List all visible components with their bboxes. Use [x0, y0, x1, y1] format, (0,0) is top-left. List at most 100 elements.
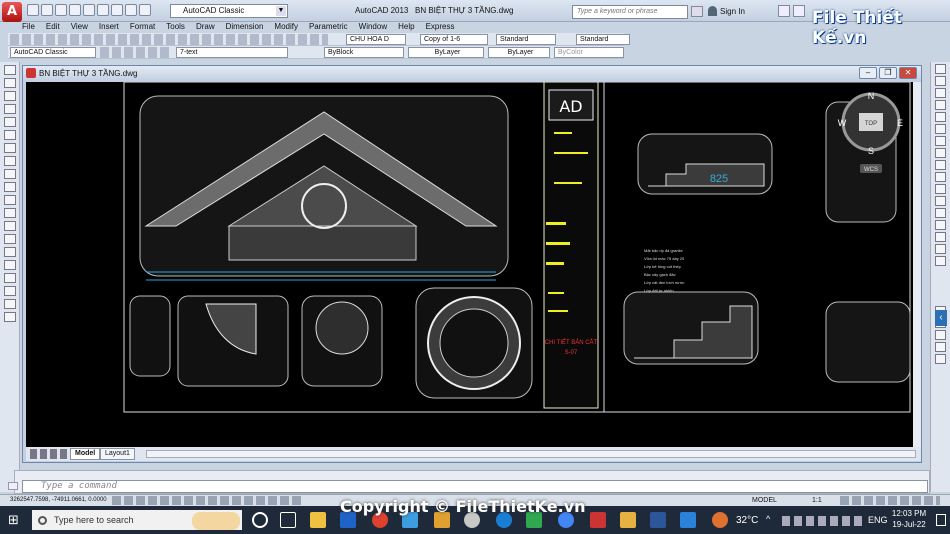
- system-tray-icons[interactable]: [782, 516, 862, 526]
- open-file-icon[interactable]: [41, 4, 53, 16]
- command-input[interactable]: Type a command: [22, 480, 928, 493]
- undo-icon[interactable]: [111, 4, 123, 16]
- chamfer-icon[interactable]: [935, 220, 946, 230]
- horizontal-scrollbar[interactable]: [146, 450, 916, 458]
- copy-icon[interactable]: [935, 76, 946, 86]
- menu-draw[interactable]: Draw: [196, 22, 215, 31]
- menu-format[interactable]: Format: [130, 22, 155, 31]
- spline-icon[interactable]: [3, 169, 16, 179]
- workspace-combo[interactable]: AutoCAD Classic: [10, 47, 96, 58]
- cortana-icon[interactable]: [252, 512, 268, 528]
- lineweight-combo[interactable]: ByLayer: [488, 47, 550, 58]
- autocad-taskbar-icon[interactable]: [590, 512, 606, 528]
- polyline-icon[interactable]: [3, 91, 16, 101]
- ellipse-arc-icon[interactable]: [3, 195, 16, 205]
- polygon-icon[interactable]: [3, 104, 16, 114]
- gradient-icon[interactable]: [3, 260, 16, 270]
- plotstyle-combo[interactable]: ByColor: [554, 47, 624, 58]
- menu-modify[interactable]: Modify: [274, 22, 298, 31]
- region-icon[interactable]: [3, 273, 16, 283]
- print-preview-icon[interactable]: [97, 4, 109, 16]
- application-menu-button[interactable]: A: [2, 2, 22, 22]
- multileader-style-combo[interactable]: Standard: [576, 34, 630, 45]
- menu-window[interactable]: Window: [359, 22, 387, 31]
- temperature[interactable]: 32°C: [736, 515, 758, 526]
- dim-style-combo[interactable]: Copy of 1-6: [420, 34, 488, 45]
- ellipse-icon[interactable]: [3, 182, 16, 192]
- text-style-combo[interactable]: CHU HOA D: [346, 34, 406, 45]
- workspace-selector[interactable]: AutoCAD Classic ▼: [170, 4, 288, 18]
- search-icon[interactable]: [691, 6, 703, 17]
- menu-help[interactable]: Help: [398, 22, 414, 31]
- arc-icon[interactable]: [3, 130, 16, 140]
- table-style-combo[interactable]: Standard: [496, 34, 556, 45]
- line-tool-icon[interactable]: [3, 65, 16, 75]
- table-icon[interactable]: [3, 286, 16, 296]
- task-view-icon[interactable]: [280, 512, 296, 528]
- word-icon[interactable]: [650, 512, 666, 528]
- add-selected-icon[interactable]: [3, 312, 16, 322]
- erase-icon[interactable]: [935, 64, 946, 74]
- restore-icon[interactable]: ❐: [879, 67, 897, 79]
- minimize-icon[interactable]: –: [859, 67, 877, 79]
- print-icon[interactable]: [83, 4, 95, 16]
- tray-chevron-icon[interactable]: ^: [766, 514, 770, 524]
- model-space-canvas[interactable]: AD CHI TIẾT BẢN CẮT S-07 825 Mặt bậc ốp …: [26, 81, 914, 447]
- color-combo[interactable]: ByBlock: [324, 47, 404, 58]
- explode-icon[interactable]: [935, 256, 946, 266]
- linetype-combo[interactable]: ByLayer: [408, 47, 484, 58]
- clock-date[interactable]: 19-Jul-22: [884, 520, 934, 529]
- model-space-toggle[interactable]: MODEL: [752, 495, 777, 506]
- weather-icon[interactable]: [712, 512, 728, 528]
- chevron-left-icon[interactable]: ‹: [935, 310, 947, 326]
- menu-parametric[interactable]: Parametric: [309, 22, 348, 31]
- circle-icon[interactable]: [3, 143, 16, 153]
- move-icon[interactable]: [935, 124, 946, 134]
- match-properties-icon[interactable]: [935, 330, 946, 340]
- revcloud-icon[interactable]: [3, 156, 16, 166]
- status-tray-icons[interactable]: [840, 496, 940, 505]
- mirror-icon[interactable]: [935, 88, 946, 98]
- layer-tool-icons[interactable]: [100, 47, 172, 58]
- workspace-icon[interactable]: [139, 4, 151, 16]
- clock-time[interactable]: 12:03 PM: [884, 509, 934, 518]
- extend-icon[interactable]: [935, 184, 946, 194]
- new-file-icon[interactable]: [27, 4, 39, 16]
- windows-start-icon[interactable]: ⊞: [8, 513, 19, 528]
- sign-in-link[interactable]: Sign In: [720, 7, 745, 16]
- insert-block-icon[interactable]: [3, 208, 16, 218]
- menu-dimension[interactable]: Dimension: [226, 22, 264, 31]
- join-icon[interactable]: [935, 208, 946, 218]
- array-icon[interactable]: [935, 112, 946, 122]
- folder-2-icon[interactable]: [620, 512, 636, 528]
- fillet-icon[interactable]: [935, 232, 946, 242]
- blend-icon[interactable]: [935, 244, 946, 254]
- construction-line-icon[interactable]: [3, 78, 16, 88]
- redo-icon[interactable]: [125, 4, 137, 16]
- rectangle-icon[interactable]: [3, 117, 16, 127]
- file-explorer-icon[interactable]: [310, 512, 326, 528]
- trim-icon[interactable]: [935, 172, 946, 182]
- menu-tools[interactable]: Tools: [166, 22, 185, 31]
- menu-express[interactable]: Express: [426, 22, 455, 31]
- tab-navigation-arrows[interactable]: [30, 449, 70, 459]
- scale-icon[interactable]: [935, 148, 946, 158]
- design-center-icon[interactable]: [935, 342, 946, 352]
- save-as-icon[interactable]: [69, 4, 81, 16]
- annotation-scale[interactable]: 1:1: [812, 495, 822, 506]
- notification-icon[interactable]: [936, 514, 946, 526]
- make-block-icon[interactable]: [3, 221, 16, 231]
- drafting-toggles[interactable]: [112, 496, 302, 505]
- menu-file[interactable]: File: [22, 22, 35, 31]
- menu-insert[interactable]: Insert: [99, 22, 119, 31]
- point-icon[interactable]: [3, 234, 16, 244]
- app-blue-icon[interactable]: [680, 512, 696, 528]
- exchange-icon[interactable]: [778, 5, 790, 17]
- layer-combo[interactable]: 7-text: [176, 47, 288, 58]
- offset-icon[interactable]: [935, 100, 946, 110]
- save-icon[interactable]: [55, 4, 67, 16]
- break-icon[interactable]: [935, 196, 946, 206]
- rotate-icon[interactable]: [935, 136, 946, 146]
- help-icon[interactable]: [793, 5, 805, 17]
- tab-layout1[interactable]: Layout1: [100, 448, 135, 460]
